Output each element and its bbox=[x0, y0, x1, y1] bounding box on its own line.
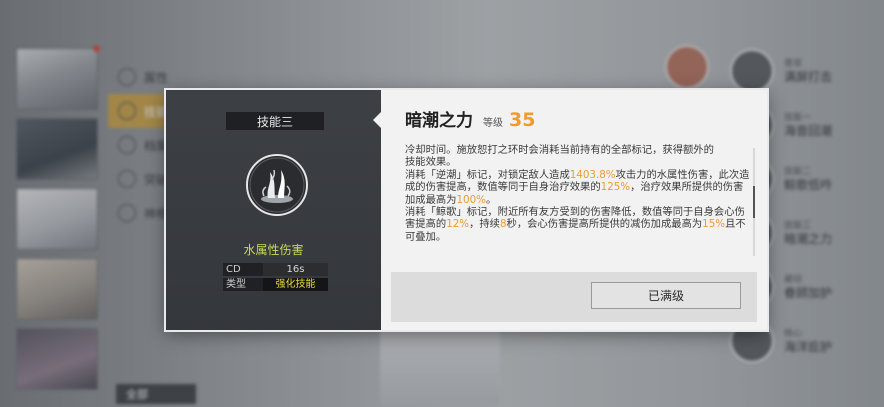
skill-summary-panel: 技能三 水属性伤害 CD 16s 类型 强化技能 bbox=[166, 90, 381, 330]
level-label: 等级 bbox=[483, 118, 503, 129]
skill-slot-title: 技能三 bbox=[226, 112, 324, 130]
max-level-button[interactable]: 已满级 bbox=[591, 282, 741, 309]
skill-type-stat: 类型 强化技能 bbox=[223, 278, 328, 291]
dialog-footer: 已满级 bbox=[391, 272, 757, 322]
water-splash-icon bbox=[246, 154, 308, 216]
level-value: 35 bbox=[509, 109, 536, 131]
skill-description[interactable]: 冷却时间。施放恕打之环时会消耗当前持有的全部标记，获得额外的 技能效果。 消耗「… bbox=[405, 144, 750, 254]
cooldown-stat: CD 16s bbox=[223, 263, 328, 276]
skill-detail-dialog: 技能三 水属性伤害 CD 16s 类型 强化技能 暗潮之力 等级 35 冷却时间… bbox=[166, 90, 767, 330]
description-line: 技能效果。 bbox=[405, 156, 457, 169]
description-line: 冷却时间。施放恕打之环时会消耗当前持有的全部标记，获得额外的 bbox=[405, 144, 714, 156]
skill-detail-panel: 暗潮之力 等级 35 冷却时间。施放恕打之环时会消耗当前持有的全部标记，获得额外… bbox=[373, 90, 767, 330]
damage-type-label: 水属性伤害 bbox=[243, 243, 304, 257]
skill-name: 暗潮之力 bbox=[405, 111, 473, 131]
skill-header: 暗潮之力 等级 35 bbox=[405, 106, 535, 131]
description-paragraph: 消耗「鲸歌」标记，附近所有友方受到的伤害降低，数值等同于自身会心伤害提高的12%… bbox=[405, 206, 746, 243]
scrollbar-thumb[interactable] bbox=[753, 186, 755, 218]
description-paragraph: 消耗「逆潮」标记，对锁定敌人造成1403.8%攻击力的水属性伤害，此次造成的伤害… bbox=[405, 168, 750, 206]
pointer-arrow bbox=[373, 112, 381, 128]
